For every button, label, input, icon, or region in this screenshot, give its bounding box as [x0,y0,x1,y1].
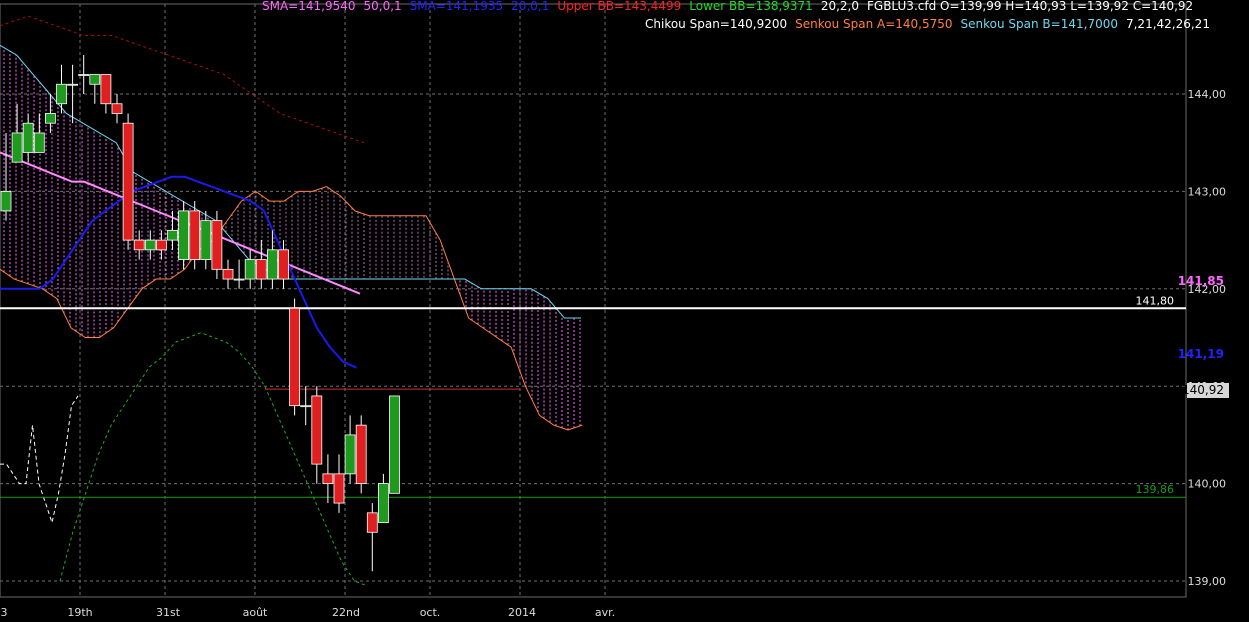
x-tick-label: 2014 [508,606,536,619]
candle-body [33,132,45,153]
legend-item: 7,21,42,26,21 [1126,17,1210,31]
candle-body [155,239,167,251]
candle-body [211,220,223,270]
candle-body [67,83,78,86]
candle-body [233,278,245,281]
legend-item: Chikou Span=140,9200 [645,17,787,31]
indicator-lines [0,15,583,587]
y-tick-label: 144,00 [1188,88,1227,101]
candle-body [389,395,400,494]
candles [0,55,400,572]
legend-item: SMA=141,9540 [262,0,356,13]
legend-item: Lower BB=138,9371 [689,0,813,13]
legend-line: Chikou Span=140,9200 Senkou Span A=140,57… [645,17,1210,31]
candle-body [222,268,234,280]
candle-body [178,210,190,260]
candle-body [144,239,156,251]
candle-body [56,83,67,105]
legend-item: Senkou Span B=141,7000 [961,17,1118,31]
candle-body [366,512,378,533]
x-tick-label: oct. [420,606,441,619]
x-tick-label: 22nd [332,606,360,619]
legend-item: 50,0,1 [364,0,402,13]
y-tick-label: 140,00 [1188,478,1227,491]
legend-item: 20,0,1 [511,0,549,13]
candle-body [377,483,389,523]
legend-item: 20,2,0 [821,0,859,13]
chikou-span-line [0,395,79,525]
axes: 139,00140,00141,00142,00143,00144,00141,… [1,88,1229,619]
x-tick-label: 19th [67,606,92,619]
reference-line-label: 141,80 [1136,294,1175,307]
candle-body [355,424,367,485]
legend-item: Senkou Span A=140,5750 [795,17,952,31]
grid [0,3,1187,598]
ichimoku-candlestick-chart[interactable]: 141,80139,86 139,00140,00141,00142,00143… [0,0,1249,622]
candle-body [89,74,101,85]
candle-body [300,405,312,408]
candle-body [111,103,123,114]
candle-body [133,239,145,251]
legend-item: Upper BB=143,4499 [557,0,681,13]
x-tick-label: août [243,606,268,619]
candle-body [322,473,334,484]
candle-body [266,249,278,280]
candle-body [200,220,212,260]
candle-body [311,395,323,465]
legend-line: SMA=141,9540 50,0,1 SMA=141,1935 20,0,1 Uppe… [262,0,1193,13]
x-tick-label: 31st [156,606,181,619]
senkou-span-b-line [0,44,581,319]
plot-frame [0,3,1187,598]
y-tick-label: 143,00 [1188,185,1227,198]
candle-body [45,113,56,124]
candle-body [22,122,34,153]
chart-header: SMA=141,9540 50,0,1 SMA=141,1935 20,0,1 Uppe… [262,0,1210,31]
candle-body [0,190,12,212]
y-tick-label: 139,00 [1188,575,1227,588]
price-label: 141,19 [1178,347,1224,361]
candle-body [100,74,112,105]
x-tick-label: 3 [1,606,8,619]
price-label: 141,85 [1178,274,1224,288]
candle-body [333,473,345,504]
candle-body [344,434,356,475]
candle-body [278,249,289,280]
upper-bb-line [0,15,365,144]
candle-body [78,74,90,76]
price-label: 140,92 [1182,383,1224,397]
x-tick-label: avr. [595,606,615,619]
candle-body [189,210,201,260]
candle-body [167,229,178,241]
candle-body [11,132,23,163]
legend-item: SMA=141,1935 [410,0,504,13]
legend-item: FGBLU3.cfd O=139,99 H=140,93 L=139,92 C=… [867,0,1193,13]
reference-lines: 141,80 139,86 [0,294,1186,498]
candle-body [289,307,301,407]
reference-line-label: 139,86 [1136,483,1175,496]
candle-body [255,259,267,280]
candle-body [122,122,134,241]
candle-body [244,259,256,280]
